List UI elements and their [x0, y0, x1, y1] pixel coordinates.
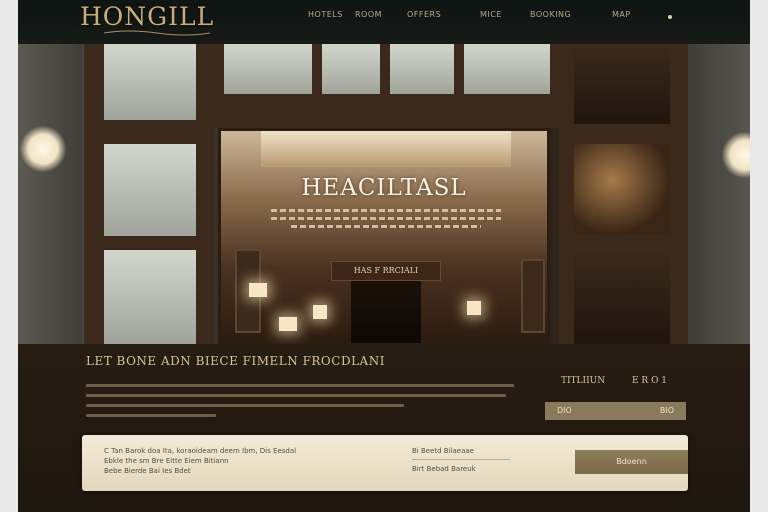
- sign-subline: [291, 225, 481, 228]
- transom-pane: [224, 44, 312, 94]
- transom-pane: [390, 44, 454, 94]
- menu-dot-icon[interactable]: [668, 15, 672, 19]
- wall-picture: [521, 259, 545, 333]
- nav-offers[interactable]: OFFERS: [407, 10, 441, 19]
- lobby-ceiling: [261, 131, 511, 167]
- sign-subline: [271, 217, 501, 220]
- description-line: [86, 414, 216, 417]
- window-pane: [574, 248, 670, 344]
- field-underline: [412, 459, 510, 460]
- price-label: TITLIIUN: [561, 376, 606, 386]
- price-value: E R O 1: [632, 376, 668, 386]
- guest-select[interactable]: DIO BIO: [545, 402, 686, 420]
- nav-room[interactable]: ROOM: [355, 10, 382, 19]
- hero-image: HEACILTASL HAS F RRCIALI: [18, 44, 750, 344]
- sign-subline: [271, 209, 501, 212]
- booking-card: C Tan Barok doa Ita, koraoideam deem Ibm…: [82, 435, 688, 491]
- inner-sign: HAS F RRCIALI: [331, 261, 441, 281]
- nav-map[interactable]: MAP: [612, 10, 631, 19]
- description-line: [86, 394, 506, 397]
- table-lamp-icon: [249, 283, 267, 297]
- book-button[interactable]: Bdoenn: [575, 450, 688, 474]
- select-right-label: BIO: [659, 406, 674, 415]
- left-wall: [18, 44, 82, 344]
- select-left-label: DIO: [557, 406, 572, 415]
- lobby-interior: HEACILTASL HAS F RRCIALI: [218, 128, 550, 344]
- window-pane: [574, 44, 670, 124]
- wall-lamp-left-icon: [20, 126, 66, 172]
- transom-pane: [464, 44, 550, 94]
- table-lamp-icon: [467, 301, 481, 315]
- booking-text: C Tan Barok doa Ita, koraoideam deem Ibm…: [104, 447, 297, 455]
- window-pane: [104, 250, 196, 344]
- guests-field[interactable]: Birt Bebad Bareuk: [412, 465, 476, 473]
- main-nav: HOTELS ROOM OFFERS MICE BOOKING MAP: [18, 10, 750, 26]
- description-line: [86, 384, 514, 387]
- window-pane: [574, 144, 670, 234]
- nav-mice[interactable]: MICE: [480, 10, 502, 19]
- window-pane: [104, 44, 196, 120]
- website-frame: HONGILL HOTELS ROOM OFFERS MICE BOOKING …: [18, 0, 750, 512]
- nav-hotels[interactable]: HOTELS: [308, 10, 343, 19]
- table-lamp-icon: [279, 317, 297, 331]
- logo-flourish-icon: [103, 30, 211, 36]
- description-line: [86, 404, 404, 407]
- date-field[interactable]: Bi Beetd Bilaeaae: [412, 447, 474, 455]
- lobby-doorway: [351, 281, 421, 343]
- booking-text: Bebe Bierde Bai Ies Bdet: [104, 467, 191, 475]
- nav-booking[interactable]: BOOKING: [530, 10, 571, 19]
- booking-text: Ebkle the sm Bre Eitte Eiem Bitiann: [104, 457, 229, 465]
- hero-sign: HEACILTASL: [301, 175, 467, 201]
- section-heading: LET BONE ADN BIECE FIMELN FROCDLANI: [86, 354, 385, 368]
- header-bar: HONGILL HOTELS ROOM OFFERS MICE BOOKING …: [18, 0, 750, 44]
- info-section: LET BONE ADN BIECE FIMELN FROCDLANI TITL…: [18, 344, 750, 512]
- window-pane: [104, 144, 196, 236]
- table-lamp-icon: [313, 305, 327, 319]
- right-wall: [686, 44, 750, 344]
- transom-pane: [322, 44, 380, 94]
